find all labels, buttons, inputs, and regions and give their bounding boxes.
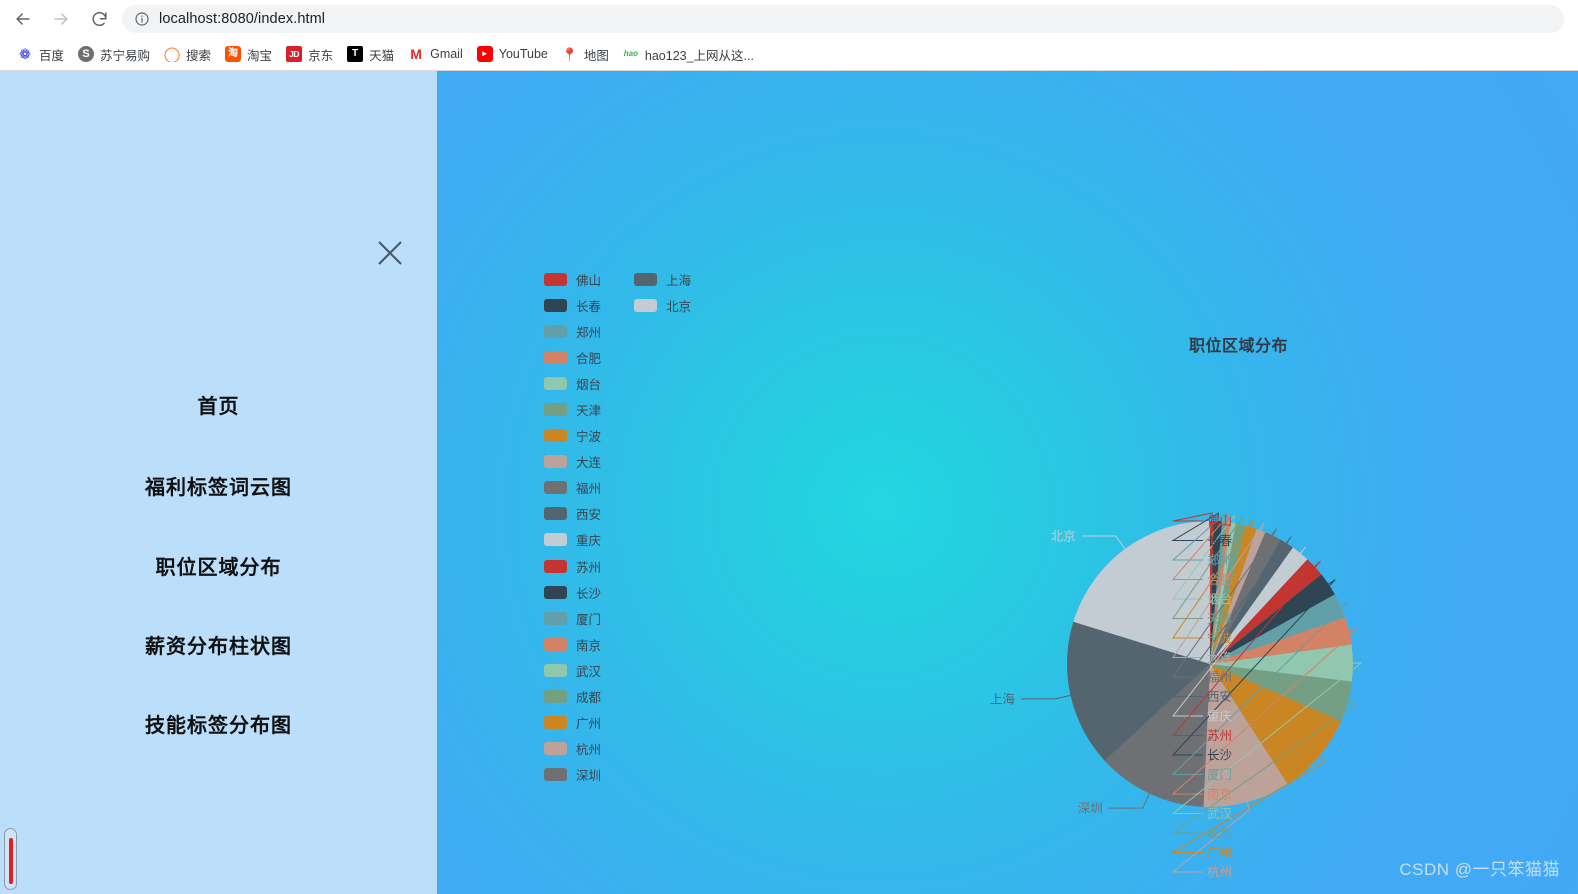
bookmark-taobao[interactable]: 淘 淘宝 (218, 42, 279, 66)
close-x-icon (378, 241, 402, 265)
navigation-drawer: 首页 福利标签词云图 职位区域分布 薪资分布柱状图 技能标签分布图 (0, 71, 437, 894)
pie-slice-label: 天津 (1207, 612, 1232, 626)
pie-slice-label: 南京 (1207, 787, 1232, 802)
bookmark-suning[interactable]: S 苏宁易购 (71, 42, 157, 66)
menu-item-home[interactable]: 首页 (0, 397, 437, 417)
bookmark-label: 苏宁易购 (100, 48, 151, 63)
menu-item-welfare-wordcloud[interactable]: 福利标签词云图 (0, 478, 437, 498)
bookmark-label: 搜索 (186, 48, 212, 63)
pie-slice-label: 合肥 (1207, 572, 1233, 587)
pie-leader-line (1108, 793, 1150, 809)
drawer-scrollbar[interactable] (4, 828, 17, 890)
info-circle-icon[interactable] (134, 11, 150, 27)
pie-slice-label: 深圳 (1078, 802, 1103, 816)
pie-slice-label: 长沙 (1207, 749, 1233, 763)
baidu-icon: ❁ (19, 46, 31, 62)
pie-chart: 佛山长春郑州合肥烟台天津宁波大连福州西安重庆苏州长沙厦门南京武汉成都广州杭州 深圳… (990, 512, 1363, 880)
bookmark-label: YouTube (498, 47, 548, 61)
browser-toolbar: localhost:8080/index.html (0, 0, 1578, 38)
pie-slice-label: 长春 (1207, 534, 1233, 548)
address-bar-url: localhost:8080/index.html (159, 11, 326, 27)
pie-slice-label: 杭州 (1207, 865, 1232, 880)
bookmark-label: 百度 (39, 48, 65, 63)
menu-item-salary-bar[interactable]: 薪资分布柱状图 (0, 637, 437, 657)
pie-slice-label: 苏州 (1207, 728, 1232, 743)
pie-leader-line (1020, 694, 1071, 700)
watermark: CSDN @一只笨猫猫 (1399, 860, 1560, 879)
taobao-icon: 淘 (225, 46, 242, 62)
bookmark-gmail[interactable]: M Gmail (401, 42, 470, 66)
reload-icon (91, 11, 107, 26)
bookmark-label: hao123_上网从这... (644, 48, 754, 63)
map-icon: 📍 (561, 46, 578, 62)
jd-icon: JD (286, 46, 303, 62)
bookmark-label: 地图 (583, 48, 609, 63)
menu-item-region-distribution[interactable]: 职位区域分布 (0, 558, 437, 578)
page-viewport: 首页 福利标签词云图 职位区域分布 薪资分布柱状图 技能标签分布图 职位区域分布… (0, 71, 1578, 894)
pie-slice-label: 成都 (1207, 827, 1233, 841)
bookmark-jd[interactable]: JD 京东 (279, 42, 340, 66)
menu-item-skill-tag-distribution[interactable]: 技能标签分布图 (0, 716, 437, 736)
bookmark-label: 淘宝 (247, 48, 273, 63)
pie-slice-label: 福州 (1207, 670, 1232, 685)
chart-stage: 职位区域分布 佛山 长春 郑州 合肥 烟台 天津 宁波 大连 福州 西安 重庆 苏州 长沙 厦门 南京 武汉成… (437, 71, 1578, 894)
sogou-icon: ◯ (164, 46, 181, 62)
bookmarks-bar: ❁ 百度 S 苏宁易购 ◯ 搜索 淘 淘宝 JD 京东 T 天猫 M Gmail… (0, 38, 1578, 70)
gmail-icon: M (410, 46, 422, 62)
bookmark-label: 京东 (308, 48, 334, 63)
bookmark-tmall[interactable]: T 天猫 (340, 42, 401, 66)
address-bar[interactable]: localhost:8080/index.html (122, 5, 1564, 33)
pie-slice-label: 烟台 (1207, 592, 1232, 607)
pie-slice-label: 重庆 (1207, 709, 1233, 724)
pie-slice-label: 郑州 (1207, 553, 1232, 568)
bookmark-map[interactable]: 📍 地图 (555, 42, 616, 66)
forward-button[interactable] (46, 4, 76, 34)
pie-slice-label: 厦门 (1207, 767, 1232, 782)
bookmark-baidu[interactable]: ❁ 百度 (10, 42, 71, 66)
youtube-icon: ► (476, 46, 493, 62)
pie-slice-label: 大连 (1207, 650, 1233, 665)
pie-slice-label: 北京 (1051, 530, 1076, 544)
bookmark-label: 天猫 (369, 48, 395, 63)
pie-slice-label: 广州 (1207, 846, 1232, 860)
pie-leader-line (1081, 535, 1126, 550)
back-arrow-icon (16, 13, 30, 25)
bookmark-sogou[interactable]: ◯ 搜索 (157, 42, 218, 66)
tmall-icon: T (347, 46, 364, 62)
bookmark-hao123[interactable]: hao hao123_上网从这... (616, 42, 761, 66)
pie-slice-label: 上海 (990, 691, 1016, 706)
pie-slice-label: 佛山 (1207, 515, 1232, 529)
hao123-icon: hao (623, 49, 638, 58)
drawer-close-button[interactable] (375, 238, 405, 268)
browser-chrome: localhost:8080/index.html ❁ 百度 S 苏宁易购 ◯ … (0, 0, 1578, 71)
pie-slice-label: 武汉 (1207, 807, 1233, 821)
pie-slice-label: 西安 (1207, 689, 1232, 704)
forward-arrow-icon (54, 13, 68, 25)
pie-slice-label: 宁波 (1207, 631, 1233, 646)
drawer-menu: 首页 福利标签词云图 职位区域分布 薪资分布柱状图 技能标签分布图 (0, 397, 437, 736)
suning-icon: S (78, 46, 95, 62)
reload-button[interactable] (84, 4, 114, 34)
back-button[interactable] (8, 4, 38, 34)
drawer-scrollbar-thumb[interactable] (8, 838, 13, 884)
bookmark-label: Gmail (430, 47, 463, 61)
bookmark-youtube[interactable]: ► YouTube (470, 42, 555, 66)
